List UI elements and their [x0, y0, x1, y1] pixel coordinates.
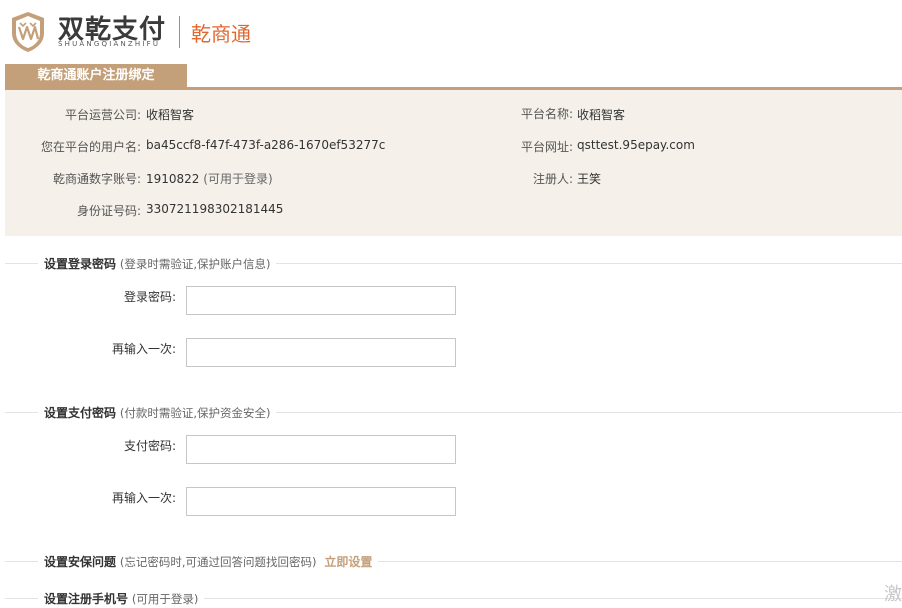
section-title-text: 设置注册手机号 [44, 592, 129, 606]
id-number-value: 330721198302181445 [146, 202, 284, 216]
section-hint: (登录时需验证,保护账户信息) [119, 257, 271, 271]
username-label: 您在平台的用户名: [40, 140, 141, 154]
registrant-label: 注册人: [532, 172, 573, 186]
phone-section-title: 设置注册手机号 (可用于登录) [38, 590, 205, 607]
section-title-text: 设置安保问题 [44, 555, 117, 569]
username-value: ba45ccf8-f47f-473f-a286-1670ef53277c [146, 138, 386, 152]
section-hint: (付款时需验证,保护资金安全) [119, 406, 271, 420]
pay-password-input[interactable] [186, 435, 456, 464]
header: 双乾支付 SHUANGQIANZHIFU 乾商通 [0, 0, 902, 62]
operator-label: 平台运营公司: [64, 108, 141, 122]
digital-account-value: 1910822 (可用于登录) [146, 170, 273, 187]
section-title-text: 设置登录密码 [44, 257, 117, 271]
pay-password-confirm-label: 再输入一次: [111, 491, 176, 505]
digital-account-hint: (可用于登录) [203, 172, 273, 186]
login-password-section-title: 设置登录密码 (登录时需验证,保护账户信息) [38, 255, 277, 272]
platform-info-panel: 平台运营公司: 收稻智客 平台名称: 收稻智客 您在平台的用户名: ba45cc… [5, 90, 902, 236]
digital-account-label: 乾商通数字账号: [52, 172, 141, 186]
platform-name-label: 平台名称: [520, 107, 573, 121]
product-name: 乾商通 [191, 22, 251, 46]
tab-account-registration[interactable]: 乾商通账户注册绑定 [5, 64, 187, 87]
operator-value: 收稻智客 [146, 108, 195, 122]
digital-account-number: 1910822 [146, 172, 200, 186]
login-password-confirm-label: 再输入一次: [111, 342, 176, 356]
login-password-label: 登录密码: [123, 290, 176, 304]
watermark-text: 激 [884, 584, 902, 605]
platform-name-value: 收稻智客 [577, 108, 626, 122]
brand-name-pinyin: SHUANGQIANZHIFU [58, 40, 161, 48]
registrant-value: 王笑 [577, 172, 602, 186]
section-hint: (可用于登录) [131, 592, 199, 606]
pay-password-confirm-input[interactable] [186, 487, 456, 516]
platform-url-label: 平台网址: [520, 140, 573, 154]
security-question-section-title: 设置安保问题 (忘记密码时,可通过回答问题找回密码) 立即设置 [38, 553, 379, 570]
brand-divider [179, 16, 180, 48]
login-password-confirm-input[interactable] [186, 338, 456, 367]
pay-password-section-title: 设置支付密码 (付款时需验证,保护资金安全) [38, 404, 277, 421]
platform-url-value: qsttest.95epay.com [577, 138, 695, 152]
logo-shield-icon [12, 12, 44, 52]
section-title-text: 设置支付密码 [44, 406, 117, 420]
set-security-question-link[interactable]: 立即设置 [324, 555, 372, 569]
id-number-label: 身份证号码: [76, 204, 141, 218]
login-password-input[interactable] [186, 286, 456, 315]
section-hint: (忘记密码时,可通过回答问题找回密码) [119, 555, 317, 569]
pay-password-label: 支付密码: [123, 439, 176, 453]
